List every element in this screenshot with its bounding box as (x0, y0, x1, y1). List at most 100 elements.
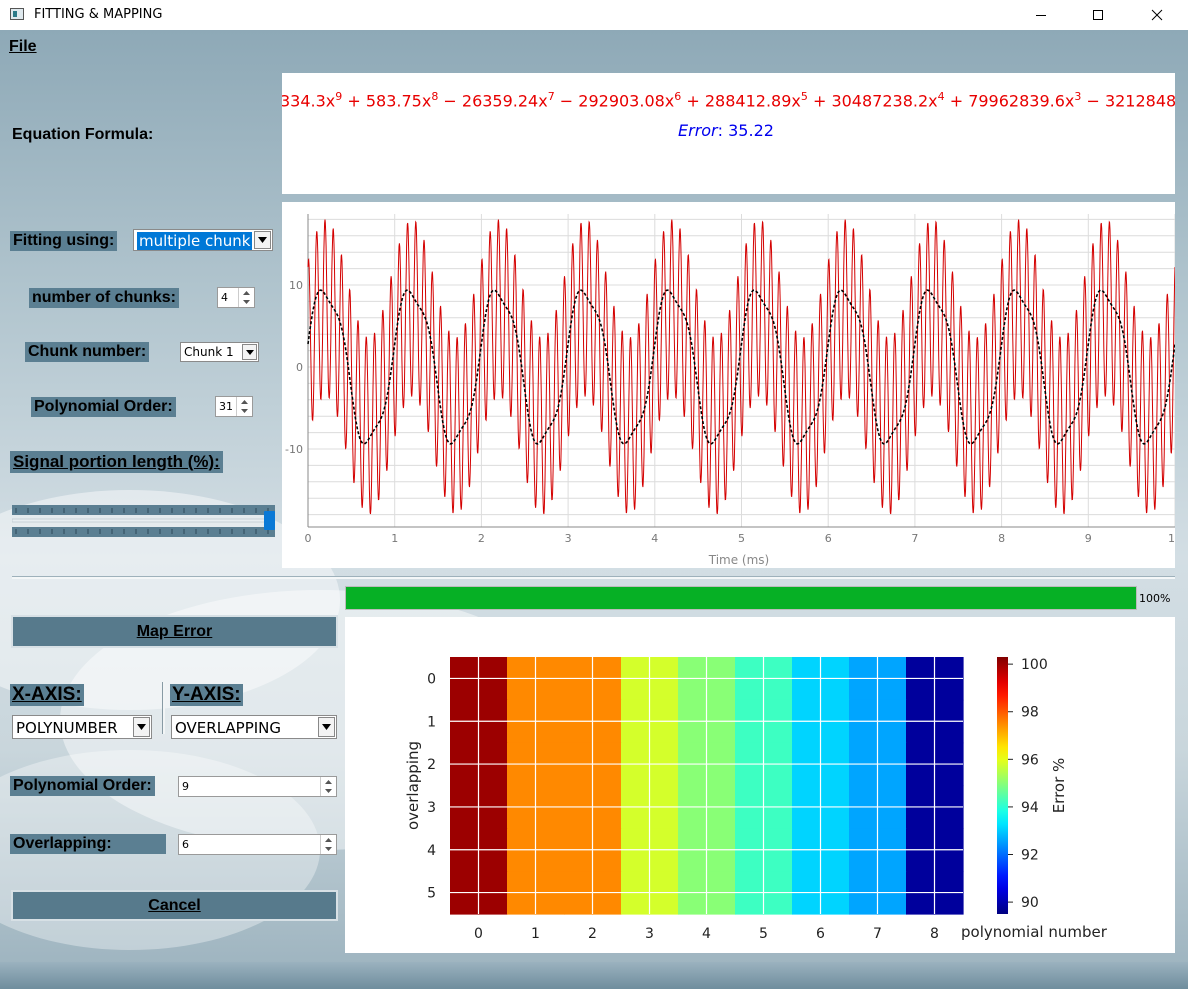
x-axis-value: POLYNUMBER (16, 719, 118, 737)
formula-term: − 3212848 (1081, 91, 1175, 111)
poly-order-value: 31 (219, 400, 233, 413)
menu-file[interactable]: File (9, 38, 37, 56)
slider-handle[interactable] (264, 511, 275, 530)
chunk-number-label: Chunk number: (25, 342, 150, 362)
y-axis-value: OVERLAPPING (175, 719, 282, 737)
spin-down-icon[interactable] (237, 407, 252, 417)
map-error-button[interactable]: Map Error (11, 615, 338, 648)
dropdown-arrow (133, 717, 150, 737)
x-tick-label: 4 (651, 532, 658, 545)
window-title: FITTING & MAPPING (34, 7, 163, 22)
fitting-using-label: Fitting using: (10, 231, 118, 251)
signal-portion-label: Signal portion length (%): (10, 451, 223, 473)
colorbar-tick-label: 98 (1021, 705, 1039, 721)
heatmap-x-tick: 2 (588, 926, 597, 942)
chunks-spinbox[interactable]: 4 (217, 287, 255, 308)
x-tick-label: 0 (305, 532, 312, 545)
heatmap-x-tick: 0 (474, 926, 483, 942)
x-tick-label: 8 (998, 532, 1005, 545)
progress-fill (346, 587, 1136, 609)
heatmap-x-tick: 3 (645, 926, 654, 942)
chunks-label: number of chunks: (29, 288, 180, 308)
dropdown-arrow (242, 344, 257, 360)
signal-chart: 0 1 2 3 4 5 6 7 8 9 10 10 0 -10 Time (ms) (285, 214, 1182, 567)
heatmap-y-title: overlapping (404, 741, 422, 830)
spin-up-icon[interactable] (321, 777, 336, 787)
x-tick-label: 10 (1168, 532, 1175, 545)
signal-plot: 0 1 2 3 4 5 6 7 8 9 10 10 0 -10 Time (ms) (282, 202, 1182, 568)
map-poly-order-spinbox[interactable]: 9 (178, 776, 337, 797)
heatmap-x-tick: 8 (930, 926, 939, 942)
maximize-button[interactable] (1075, 0, 1121, 30)
chevron-down-icon (137, 724, 146, 730)
spin-arrows[interactable] (236, 397, 252, 416)
spin-up-icon[interactable] (239, 288, 254, 298)
y-axis-label: Y-AXIS: (170, 684, 243, 706)
x-tick-label: 1 (391, 532, 398, 545)
cancel-button[interactable]: Cancel (11, 890, 338, 921)
progress-bar (345, 586, 1137, 610)
formula-exponent: 4 (937, 90, 945, 103)
spin-down-icon[interactable] (321, 787, 336, 797)
overlap-value: 6 (182, 838, 189, 851)
status-strip (0, 962, 1188, 989)
equation-panel: 334.3x9 + 583.75x8 − 26359.24x7 − 292903… (282, 73, 1175, 194)
error-heatmap: 0 1 2 3 4 5 6 7 8 0 1 2 3 4 5 polynomial number overlapp… (404, 657, 1108, 942)
signal-portion-slider[interactable] (11, 505, 276, 537)
map-poly-order-label: Polynomial Order: (10, 776, 155, 796)
fitting-mode-value: multiple chunk (137, 232, 253, 250)
chevron-down-icon (245, 349, 254, 355)
spin-up-icon[interactable] (237, 397, 252, 407)
chunk-number-select[interactable]: Chunk 1 (180, 342, 259, 362)
formula-term: − 26359.24x (438, 91, 548, 111)
equation-formula: 334.3x9 + 583.75x8 − 26359.24x7 − 292903… (282, 90, 1175, 110)
y-tick-label: 0 (296, 361, 303, 374)
formula-term: + 79962839.6x (944, 91, 1075, 111)
spin-arrows[interactable] (320, 777, 336, 796)
dropdown-arrow (318, 717, 335, 737)
progress-percent: 100% (1139, 592, 1171, 605)
poly-order-spinbox[interactable]: 31 (215, 396, 253, 417)
error-label: Error (678, 121, 718, 140)
axis-divider (162, 682, 165, 734)
chevron-down-icon (322, 724, 331, 730)
spin-arrows[interactable] (238, 288, 254, 307)
spin-up-icon[interactable] (321, 835, 336, 845)
maximize-icon (1093, 10, 1103, 20)
app-icon (10, 8, 24, 20)
overlap-label: Overlapping: (10, 834, 166, 854)
spin-down-icon[interactable] (321, 845, 336, 855)
error-heatmap-panel: 0 1 2 3 4 5 6 7 8 0 1 2 3 4 5 polynomial number overlapp… (345, 617, 1175, 953)
map-poly-order-value: 9 (182, 780, 189, 793)
colorbar-tick-label: 92 (1021, 848, 1039, 864)
heatmap-y-tick: 5 (427, 886, 436, 902)
colorbar (997, 657, 1008, 914)
overlap-spinbox[interactable]: 6 (178, 834, 337, 855)
title-bar: FITTING & MAPPING (0, 0, 1188, 30)
x-tick-label: 6 (825, 532, 832, 545)
heatmap-y-tick: 1 (427, 714, 436, 730)
error-value: : 35.22 (717, 121, 774, 140)
spin-arrows[interactable] (320, 835, 336, 854)
y-axis-select[interactable]: OVERLAPPING (171, 715, 337, 739)
error-readout: Error: 35.22 (678, 121, 774, 140)
x-axis-select[interactable]: POLYNUMBER (12, 715, 152, 739)
formula-term: + 30487238.2x (807, 91, 938, 111)
colorbar-tick-label: 100 (1021, 657, 1048, 673)
spin-down-icon[interactable] (239, 298, 254, 308)
heatmap-x-title: polynomial number (961, 923, 1108, 941)
menu-bar: File (0, 30, 1188, 58)
heatmap-x-tick: 1 (531, 926, 540, 942)
equation-label: Equation Formula: (12, 126, 154, 143)
y-tick-label: 10 (289, 279, 303, 292)
heatmap-x-tick: 7 (873, 926, 882, 942)
main-window: File Equation Formula: 334.3x 9 + 583.75x… (0, 30, 1188, 989)
close-button[interactable] (1134, 0, 1180, 30)
x-tick-label: 9 (1085, 532, 1092, 545)
fitting-mode-select[interactable]: multiple chunk (133, 229, 273, 251)
close-icon (1151, 9, 1163, 21)
formula-term: − 292903.08x (554, 91, 675, 111)
chunk-number-value: Chunk 1 (184, 345, 234, 359)
section-divider (12, 576, 1175, 579)
minimize-button[interactable] (1018, 0, 1064, 30)
